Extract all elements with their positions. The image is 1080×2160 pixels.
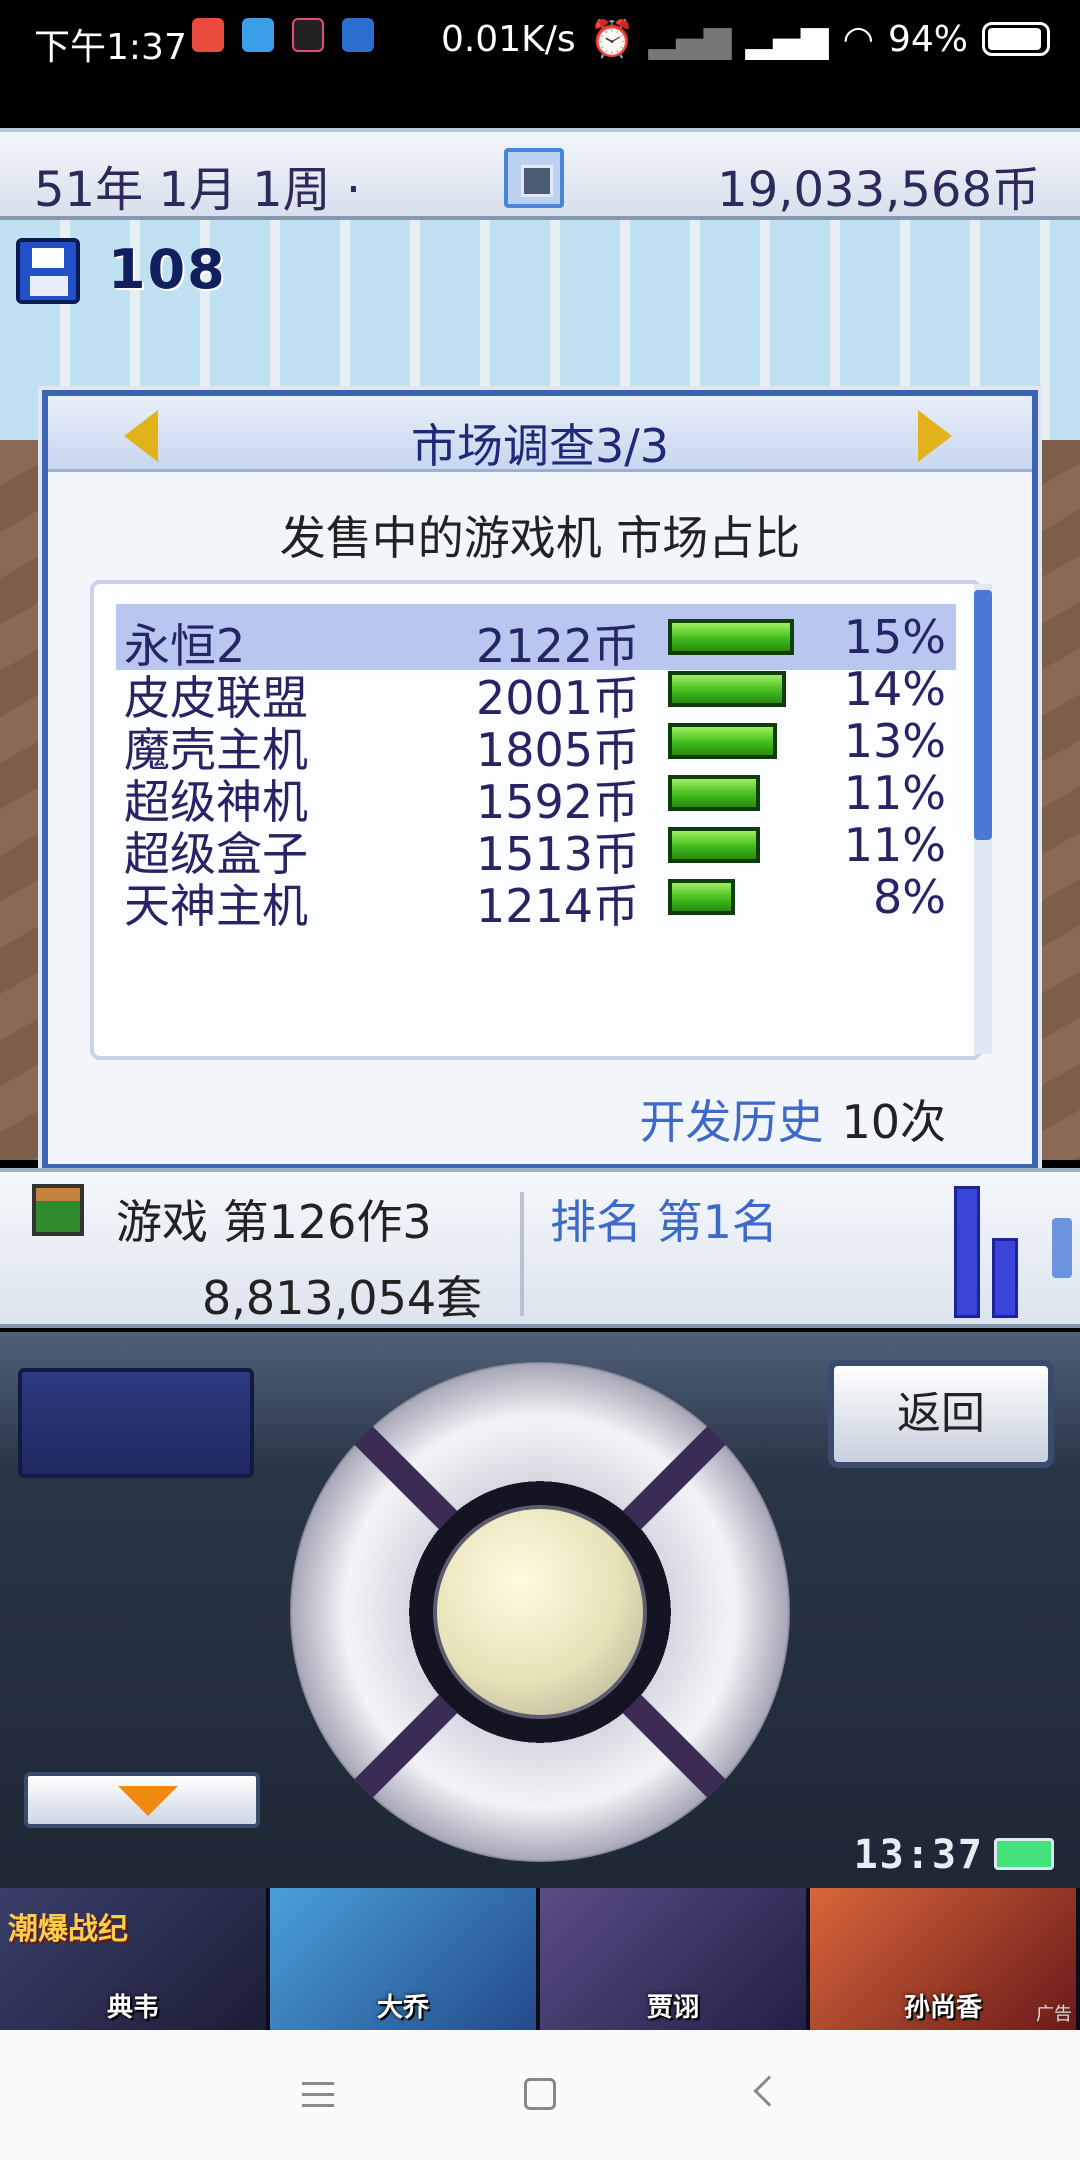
dialog-title: 市场调查3/3: [410, 419, 670, 473]
notification-icons: [192, 18, 374, 52]
dialog-subtitle: 发售中的游戏机 市场占比: [279, 511, 801, 565]
info-scrollbar[interactable]: [1052, 1178, 1072, 1328]
hero-name: 典韦: [106, 1993, 159, 2023]
battery-icon: [982, 22, 1050, 56]
scroll-thumb[interactable]: [974, 590, 992, 840]
scroll-down-button[interactable]: [24, 1772, 260, 1828]
ad-hero[interactable]: 潮爆战纪 典韦: [0, 1888, 270, 2030]
game-rank: 排名 第1名: [550, 1195, 778, 1249]
control-pad: 返回 13:37: [0, 1332, 1080, 1888]
menu-button[interactable]: [504, 148, 564, 208]
save-icon[interactable]: [16, 238, 80, 304]
share-bar: [668, 827, 760, 863]
list-item[interactable]: 天神主机 1214币 8%: [116, 864, 956, 933]
dev-history: 开发历史 10次: [639, 1086, 946, 1152]
game-sales: 8,813,054套: [202, 1271, 483, 1325]
dpad[interactable]: [290, 1362, 790, 1862]
battery-icon: [994, 1838, 1054, 1870]
top-info-bar: 51年 1月 1周 · 19,033,568币: [0, 128, 1080, 220]
rank-bar: [954, 1186, 980, 1318]
confirm-button[interactable]: [433, 1505, 647, 1719]
rank-bar: [992, 1238, 1018, 1318]
battery-percent: 94%: [887, 18, 968, 60]
game-clock: 13:37: [853, 1832, 984, 1878]
pad-screen: [18, 1368, 254, 1478]
share-bar: [668, 671, 786, 707]
game-icon: [32, 1184, 84, 1236]
back-icon[interactable]: [753, 2075, 785, 2107]
hd-signal-icon: ▂▄▆: [745, 18, 829, 60]
signal-icon: ▂▄▆: [648, 18, 732, 60]
divider: [520, 1192, 524, 1316]
next-page-arrow-icon[interactable]: [918, 410, 952, 462]
status-indicators: 0.01K/s ⏰ ▂▄▆ ▂▄▆ ◠ 94%: [441, 18, 1050, 60]
console-share-list[interactable]: 永恒2 2122币 15% 皮皮联盟 2001币 14% 魔壳主机 1805币 …: [90, 580, 992, 1060]
money-display: 19,033,568币: [717, 162, 1040, 218]
game-screen: 51年 1月 1周 · 19,033,568币 108 市场调查3/3 发售中的…: [0, 128, 1080, 1888]
ad-hero[interactable]: 贾诩: [540, 1888, 810, 2030]
qq-icon: [242, 18, 274, 52]
ad-hero[interactable]: 孙尚香 广告: [810, 1888, 1080, 2030]
status-time: 下午1:37: [34, 27, 187, 68]
net-speed: 0.01K/s: [440, 18, 576, 60]
market-research-dialog: 市场调查3/3 发售中的游戏机 市场占比 永恒2 2122币 15% 皮皮联盟 …: [42, 390, 1038, 1170]
share-bar: [668, 879, 735, 915]
game-date: 51年 1月 1周 ·: [34, 162, 362, 218]
ad-label: 广告: [1036, 2004, 1072, 2025]
share-percent: 8%: [873, 870, 946, 924]
alarm-icon: ⏰: [589, 19, 635, 60]
hero-name: 贾诩: [646, 1993, 699, 2023]
save-count: 108: [108, 238, 227, 301]
app-icon: [192, 18, 224, 52]
ad-banner[interactable]: 潮爆战纪 典韦 大乔 贾诩 孙尚香 广告: [0, 1888, 1080, 2030]
console-name: 天神主机: [124, 879, 308, 933]
dev-history-value: 10次: [841, 1095, 946, 1149]
dialog-header: 市场调查3/3: [48, 396, 1032, 473]
list-scrollbar[interactable]: [974, 584, 992, 1054]
system-nav-bar: [0, 2030, 1080, 2160]
share-bar: [668, 619, 794, 655]
tiktok-icon: [292, 18, 324, 52]
game-info-panel[interactable]: 游戏 第126作3 8,813,054套 排名 第1名: [0, 1168, 1080, 1328]
home-icon[interactable]: [524, 2078, 556, 2110]
dev-history-label: 开发历史: [639, 1095, 824, 1149]
console-price: 1214币: [476, 879, 640, 933]
share-bar: [668, 775, 760, 811]
back-button[interactable]: 返回: [828, 1360, 1054, 1468]
hero-name: 大乔: [376, 1993, 429, 2023]
ad-brand: 潮爆战纪: [8, 1912, 128, 1947]
rank-bar-chart: [954, 1186, 1024, 1318]
game-title: 游戏 第126作3: [116, 1195, 432, 1249]
app-icon: [342, 18, 374, 52]
status-bar: 下午1:37 0.01K/s ⏰ ▂▄▆ ▂▄▆ ◠ 94%: [0, 0, 1080, 78]
wifi-icon: ◠: [842, 18, 874, 60]
ad-hero[interactable]: 大乔: [270, 1888, 540, 2030]
share-bar: [668, 723, 777, 759]
menu-icon[interactable]: [302, 2082, 334, 2108]
